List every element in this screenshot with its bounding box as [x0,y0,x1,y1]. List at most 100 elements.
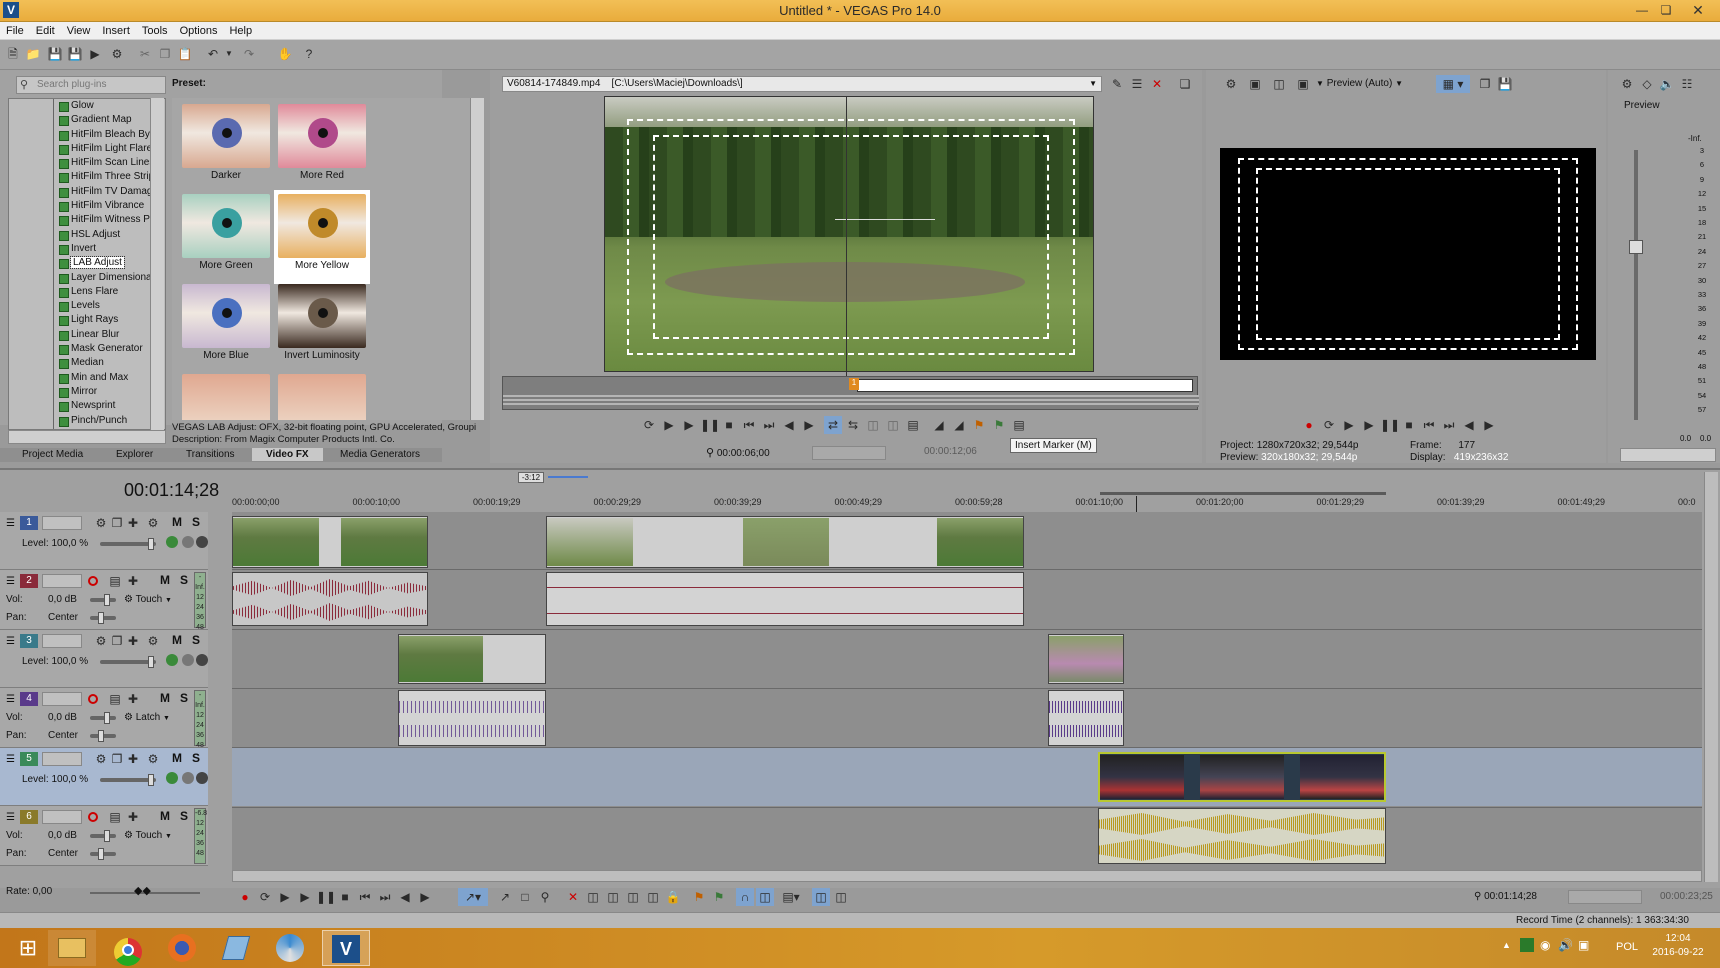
preset-thumbnail[interactable]: Darker [178,100,274,194]
save-icon[interactable]: 💾 [46,45,64,63]
trimmer-timeline[interactable]: 1 [502,376,1199,410]
track-settings-gear-icon[interactable]: ⚙ [144,514,162,532]
composite-mode-icon[interactable] [166,536,178,548]
preset-thumbnail[interactable]: Invert Luminosity [274,280,370,374]
zoom-indicator[interactable]: -3:12 [518,472,544,483]
parent-motion-icon[interactable] [182,772,194,784]
add-up-to-cursor-icon[interactable]: ◫ [884,416,902,434]
pause-icon[interactable]: ❚❚ [1380,416,1400,434]
copy-icon[interactable]: ❐ [156,45,174,63]
preset-thumbnail[interactable]: More Green [178,190,274,284]
audio-clip-track4-b[interactable] [1048,690,1124,746]
track-fx-icon[interactable]: ✚ [124,808,142,826]
plugin-list-scrollbar[interactable] [150,98,164,430]
track-expand-icon[interactable]: ☰ [6,636,15,647]
menu-insert[interactable]: Insert [96,22,136,40]
mask-icon[interactable] [196,654,208,666]
menu-tools[interactable]: Tools [136,22,174,40]
solo-button[interactable]: S [180,809,188,823]
file-explorer-icon[interactable] [48,930,96,966]
plugin-item[interactable]: HitFilm Three Strip [9,170,165,184]
chrome-icon[interactable] [104,930,152,966]
parent-motion-icon[interactable] [182,536,194,548]
cut-icon[interactable]: ✂ [136,45,154,63]
timeline-vscrollbar[interactable] [1704,472,1718,882]
track-header-4[interactable]: ☰ 4 ▤ ✚ M S Vol: 0,0 dB ⚙ Latch ▼ Pan: Center -Inf.… [0,688,208,749]
auto-crossfade-icon[interactable]: ◫ [756,888,774,906]
play-icon[interactable]: ▶ [680,416,698,434]
mute-button[interactable]: M [160,573,170,587]
plugin-item[interactable]: Mirror [9,385,165,399]
track-header-2[interactable]: ☰ 2 ▤ ✚ M S Vol: 0,0 dB ⚙ Touch ▼ Pan: Center -Inf.… [0,570,208,631]
trimmer-selection[interactable] [857,379,1193,392]
video-clip-track1-b[interactable] [546,516,1024,568]
audio-fx-icon[interactable]: ▤ [106,808,124,826]
audio-fx-icon[interactable]: ▤ [106,572,124,590]
pan-slider-knob[interactable] [98,612,104,624]
split-icon[interactable]: ◫ [644,888,662,906]
composite-mode-icon[interactable] [166,772,178,784]
clock[interactable]: 12:04 2016-09-22 [1640,932,1716,960]
track-expand-icon[interactable]: ☰ [6,754,15,765]
automation-mode[interactable]: ⚙ Touch ▼ [124,830,172,841]
downmix-icon[interactable]: ◇ [1638,75,1656,93]
plugin-item[interactable]: HitFilm Vibrance [9,199,165,213]
dim-output-icon[interactable]: 🔈 [1658,75,1676,93]
composite-mode-icon[interactable] [166,654,178,666]
plugin-tree[interactable]: Glow Gradient Map HitFilm Bleach Byp HitFil… [8,98,166,430]
mute-button[interactable]: M [172,515,182,529]
next-frame-icon[interactable]: ▶ [800,416,818,434]
plugin-item[interactable]: Lens Flare [9,285,165,299]
track-header-1[interactable]: ☰ 1 ⚙ ❐ ✚ ⚙ M S Level: 100,0 % [0,512,208,570]
lock-icon[interactable]: 🔒 [664,888,682,906]
plugin-item[interactable]: HitFilm TV Damage [9,185,165,199]
undo-dropdown-icon[interactable]: ▼ [220,45,238,63]
properties-gear-icon[interactable]: ⚙ [108,45,126,63]
record-icon[interactable]: ● [1300,416,1318,434]
mixer-icon[interactable]: ☷ [1678,75,1696,93]
vol-slider[interactable] [90,716,116,720]
track-expand-icon[interactable]: ☰ [6,812,15,823]
go-to-start-icon[interactable]: ⏮ [356,888,374,906]
level-slider-knob[interactable] [148,538,154,550]
render-icon[interactable]: ▶ [86,45,104,63]
plugin-item[interactable]: Mask Generator [9,342,165,356]
notepad-icon[interactable] [212,930,260,966]
mute-button[interactable]: M [160,691,170,705]
preview-video-display[interactable] [1220,148,1596,360]
arm-record-icon[interactable] [88,694,98,704]
delete-icon[interactable]: ✕ [564,888,582,906]
solo-button[interactable]: S [192,515,200,529]
create-subclip-icon[interactable]: ▤ [904,416,922,434]
stop-icon[interactable]: ■ [1400,416,1418,434]
track-header-6[interactable]: ☰ 6 ▤ ✚ M S Vol: 0,0 dB ⚙ Touch ▼ Pan: Center -6.8 1… [0,806,208,866]
preset-scrollbar[interactable] [470,98,484,420]
rate-slider-knob[interactable]: ◆◆ [134,884,151,897]
plugin-item[interactable]: HitFilm Light Flares [9,142,165,156]
stop-icon[interactable]: ■ [336,888,354,906]
track-expand-icon[interactable]: ☰ [6,694,15,705]
track-name-field[interactable] [42,810,82,824]
network-icon[interactable]: ◉ [1540,938,1550,952]
new-file-icon[interactable]: 🗎 [4,45,22,63]
automation-mode[interactable]: ⚙ Latch ▼ [124,712,170,723]
audio-fx-icon[interactable]: ▤ [106,690,124,708]
paint-icon[interactable] [266,930,314,966]
minimize-button[interactable]: — [1630,0,1654,20]
next-frame-icon[interactable]: ▶ [1480,416,1498,434]
automation-mode[interactable]: ⚙ Touch ▼ [124,594,172,605]
prev-frame-icon[interactable]: ◀ [396,888,414,906]
plugin-item[interactable]: HitFilm Scan Lines [9,156,165,170]
clear-trimmer-icon[interactable]: ☰ [1128,75,1146,93]
search-plugins-input[interactable]: ⚲ Search plug-ins [16,76,166,94]
level-slider-knob[interactable] [148,774,154,786]
level-slider-knob[interactable] [148,656,154,668]
show-video-icon[interactable]: ◢ [930,416,948,434]
loop-region-bar[interactable] [1100,492,1386,495]
solo-button[interactable]: S [180,573,188,587]
video-clip-track3-b[interactable] [1048,634,1124,684]
snapping-magnet-icon[interactable]: ∩ [736,888,754,906]
plugin-list-hscrollbar[interactable] [8,430,166,444]
go-to-end-icon[interactable]: ⏭ [1440,416,1458,434]
marker-settings-icon[interactable]: ▤ [1010,416,1028,434]
